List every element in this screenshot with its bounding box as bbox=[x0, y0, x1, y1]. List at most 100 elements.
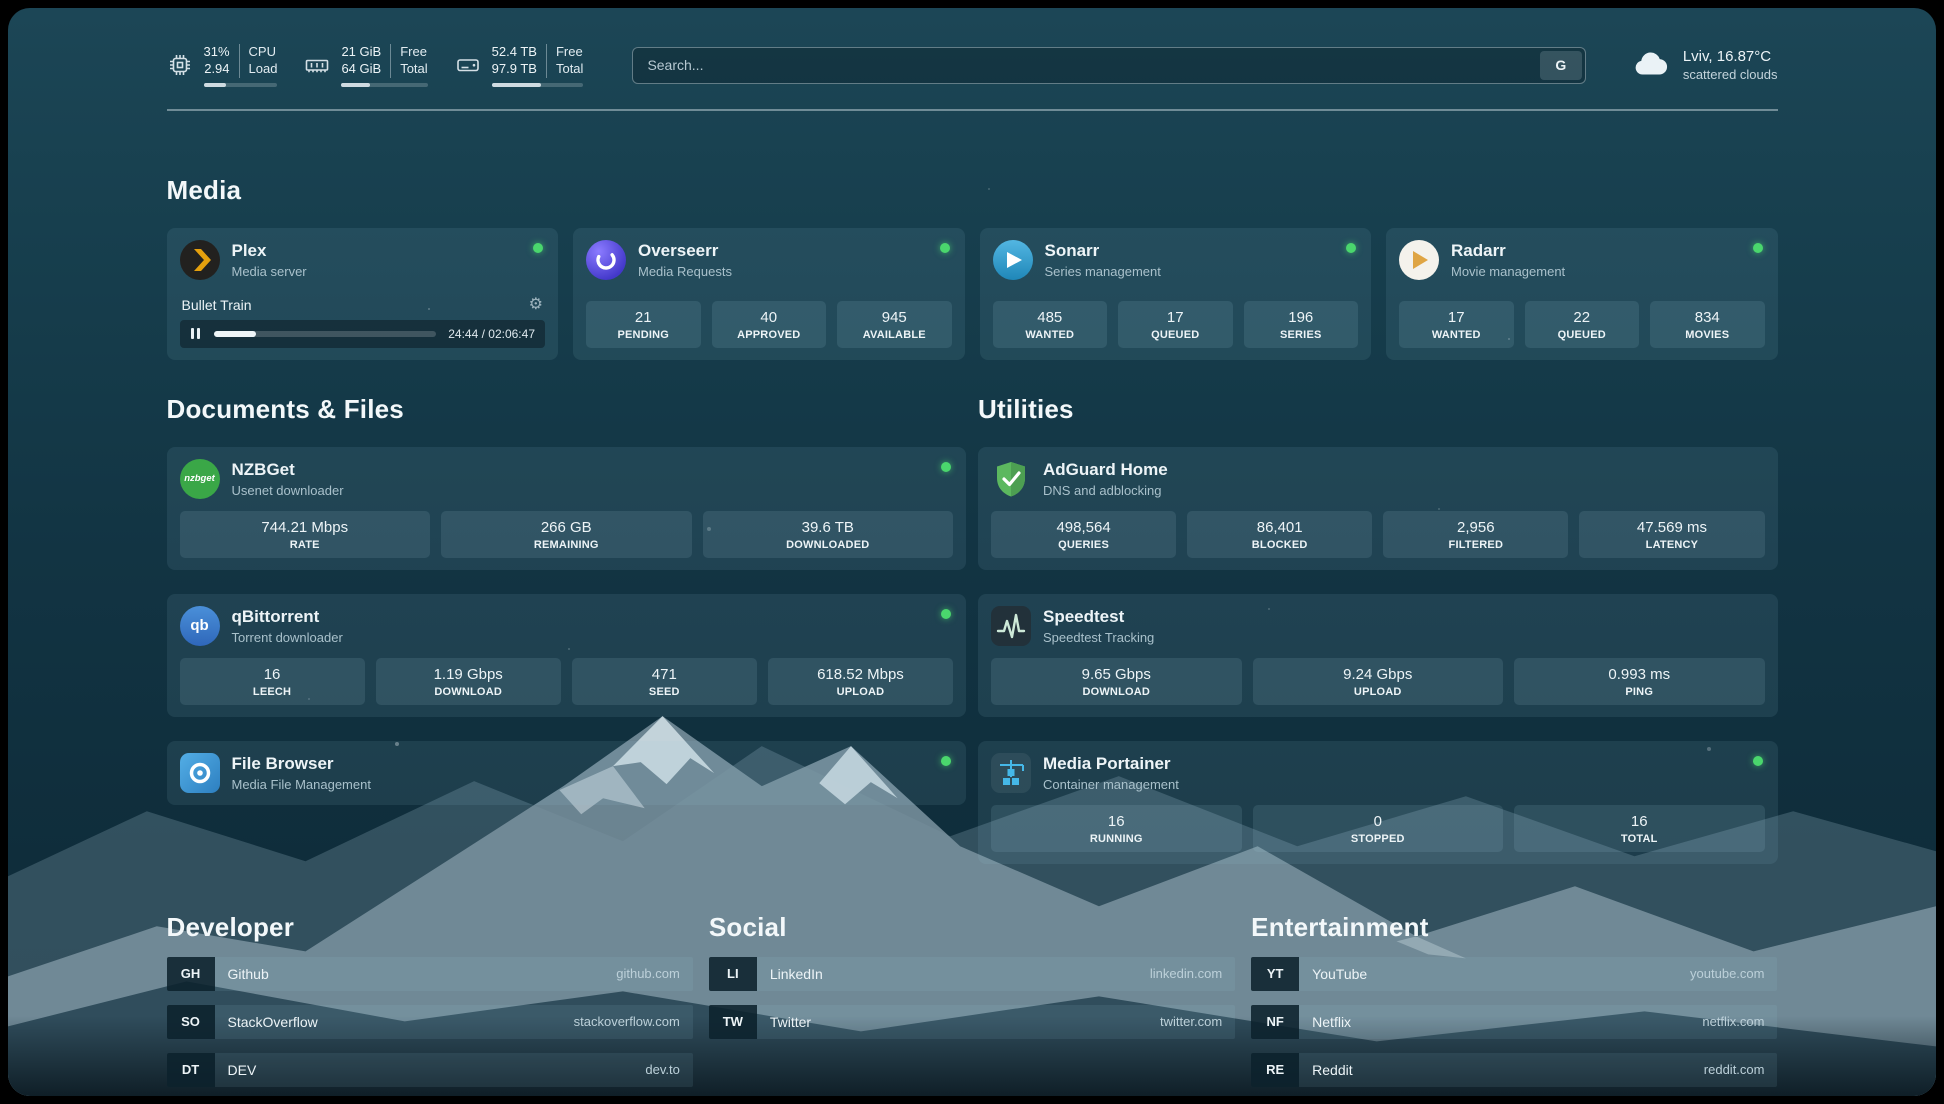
cloud-icon bbox=[1632, 51, 1670, 79]
dashboard-screen: 31% 2.94 CPU Load bbox=[8, 8, 1936, 1096]
tile-downloaded: 39.6 TBDOWNLOADED bbox=[703, 511, 954, 558]
app-name: Plex bbox=[232, 241, 307, 261]
cpu-load-value: 2.94 bbox=[204, 61, 229, 78]
card-sonarr[interactable]: Sonarr Series management 485WANTED 17QUE… bbox=[980, 228, 1372, 360]
tile-running: 16RUNNING bbox=[991, 805, 1242, 852]
tile-remaining: 266 GBREMAINING bbox=[441, 511, 692, 558]
section-title-documents: Documents & Files bbox=[167, 394, 967, 425]
section-title-social: Social bbox=[709, 912, 1235, 943]
snow-specks bbox=[8, 8, 10, 10]
disk-icon bbox=[455, 52, 481, 78]
weather-condition: scattered clouds bbox=[1683, 67, 1778, 82]
tile-download: 9.65 GbpsDOWNLOAD bbox=[991, 658, 1242, 705]
app-desc: Media Requests bbox=[638, 264, 732, 279]
card-speedtest[interactable]: Speedtest Speedtest Tracking 9.65 GbpsDO… bbox=[978, 594, 1778, 717]
card-qbittorrent[interactable]: qb qBittorrent Torrent downloader 16LEEC… bbox=[167, 594, 967, 717]
status-dot bbox=[941, 609, 951, 619]
sonarr-icon bbox=[993, 240, 1033, 280]
tile-queued: 17QUEUED bbox=[1118, 301, 1233, 348]
documents-column: Documents & Files nzbget NZBGet Usenet d… bbox=[167, 394, 967, 864]
status-dot bbox=[940, 243, 950, 253]
card-plex[interactable]: Plex Media server Bullet Train ⚙ 24:44 /… bbox=[167, 228, 559, 360]
bookmark-linkedin[interactable]: LI LinkedIn linkedin.com bbox=[709, 957, 1235, 991]
cpu-load-label: Load bbox=[249, 61, 278, 78]
settings-gear-icon[interactable]: ⚙ bbox=[529, 297, 543, 313]
tile-queued: 22QUEUED bbox=[1525, 301, 1640, 348]
card-portainer[interactable]: Media Portainer Container management 16R… bbox=[978, 741, 1778, 864]
app-name: NZBGet bbox=[232, 460, 344, 480]
bookmarks-social: Social LI LinkedIn linkedin.com TW Twitt… bbox=[709, 912, 1235, 1087]
weather-location: Lviv, 16.87°C bbox=[1683, 48, 1778, 65]
cpu-percent: 31% bbox=[204, 44, 230, 61]
ram-free-value: 21 GiB bbox=[341, 44, 381, 61]
app-name: Radarr bbox=[1451, 241, 1565, 261]
bookmarks-entertainment: Entertainment YT YouTube youtube.com NF … bbox=[1251, 912, 1777, 1087]
status-dot bbox=[941, 756, 951, 766]
app-name: Media Portainer bbox=[1043, 754, 1179, 774]
card-adguard[interactable]: AdGuard Home DNS and adblocking 498,564Q… bbox=[978, 447, 1778, 570]
card-nzbget[interactable]: nzbget NZBGet Usenet downloader 744.21 M… bbox=[167, 447, 967, 570]
tile-download: 1.19 GbpsDOWNLOAD bbox=[376, 658, 561, 705]
card-filebrowser[interactable]: File Browser Media File Management bbox=[167, 741, 967, 805]
tile-pending: 21PENDING bbox=[586, 301, 701, 348]
tile-rate: 744.21 MbpsRATE bbox=[180, 511, 431, 558]
search-engine-button[interactable]: G bbox=[1540, 51, 1582, 80]
tile-blocked: 86,401BLOCKED bbox=[1187, 511, 1372, 558]
tile-series: 196SERIES bbox=[1244, 301, 1359, 348]
ram-total-label: Total bbox=[400, 61, 427, 78]
tile-approved: 40APPROVED bbox=[712, 301, 827, 348]
disk-usage-bar bbox=[492, 83, 584, 87]
tile-movies: 834MOVIES bbox=[1650, 301, 1765, 348]
bookmark-youtube[interactable]: YT YouTube youtube.com bbox=[1251, 957, 1777, 991]
cpu-chip-icon bbox=[167, 52, 193, 78]
bookmark-dev[interactable]: DT DEV dev.to bbox=[167, 1053, 693, 1087]
header-divider bbox=[167, 109, 1778, 111]
card-overseerr[interactable]: Overseerr Media Requests 21PENDING 40APP… bbox=[573, 228, 965, 360]
app-name: AdGuard Home bbox=[1043, 460, 1168, 480]
bookmarks-grid: Developer GH Github github.com SO StackO… bbox=[167, 912, 1778, 1087]
status-dot bbox=[1346, 243, 1356, 253]
app-desc: Series management bbox=[1045, 264, 1161, 279]
status-dot bbox=[1753, 756, 1763, 766]
tile-leech: 16LEECH bbox=[180, 658, 365, 705]
radarr-icon bbox=[1399, 240, 1439, 280]
bookmark-twitter[interactable]: TW Twitter twitter.com bbox=[709, 1005, 1235, 1039]
playback-progress-track[interactable] bbox=[214, 331, 437, 337]
speedtest-icon bbox=[991, 606, 1031, 646]
tile-latency: 47.569 msLATENCY bbox=[1579, 511, 1764, 558]
disk-total-label: Total bbox=[556, 61, 583, 78]
bookmark-github[interactable]: GH Github github.com bbox=[167, 957, 693, 991]
tile-wanted: 17WANTED bbox=[1399, 301, 1514, 348]
nzbget-icon: nzbget bbox=[180, 459, 220, 499]
overseerr-icon bbox=[586, 240, 626, 280]
bookmark-reddit[interactable]: RE Reddit reddit.com bbox=[1251, 1053, 1777, 1087]
bookmarks-developer: Developer GH Github github.com SO StackO… bbox=[167, 912, 693, 1087]
utilities-column: Utilities AdGuard Home bbox=[978, 394, 1778, 864]
weather-widget: Lviv, 16.87°C scattered clouds bbox=[1632, 48, 1778, 82]
status-dot bbox=[533, 243, 543, 253]
playback-time: 24:44 / 02:06:47 bbox=[448, 327, 535, 341]
pause-icon[interactable] bbox=[190, 328, 202, 339]
cpu-label: CPU bbox=[249, 44, 278, 61]
search-input[interactable] bbox=[633, 57, 1536, 73]
app-name: qBittorrent bbox=[232, 607, 343, 627]
bookmark-netflix[interactable]: NF Netflix netflix.com bbox=[1251, 1005, 1777, 1039]
adguard-shield-icon bbox=[991, 459, 1031, 499]
disk-free-value: 52.4 TB bbox=[492, 44, 537, 61]
memory-widget: 21 GiB 64 GiB Free Total bbox=[304, 44, 427, 87]
card-radarr[interactable]: Radarr Movie management 17WANTED 22QUEUE… bbox=[1386, 228, 1778, 360]
ram-free-label: Free bbox=[400, 44, 427, 61]
disk-total-value: 97.9 TB bbox=[492, 61, 537, 78]
playback-progress-fill bbox=[214, 331, 256, 337]
tile-wanted: 485WANTED bbox=[993, 301, 1108, 348]
app-desc: Container management bbox=[1043, 777, 1179, 792]
tile-stopped: 0STOPPED bbox=[1253, 805, 1504, 852]
tile-filtered: 2,956FILTERED bbox=[1383, 511, 1568, 558]
media-card-grid: Plex Media server Bullet Train ⚙ 24:44 /… bbox=[167, 228, 1778, 360]
status-dot bbox=[941, 462, 951, 472]
app-desc: Speedtest Tracking bbox=[1043, 630, 1154, 645]
bookmark-stackoverflow[interactable]: SO StackOverflow stackoverflow.com bbox=[167, 1005, 693, 1039]
plex-player-bar: 24:44 / 02:06:47 bbox=[180, 320, 546, 348]
app-desc: Media server bbox=[232, 264, 307, 279]
section-title-utilities: Utilities bbox=[978, 394, 1778, 425]
